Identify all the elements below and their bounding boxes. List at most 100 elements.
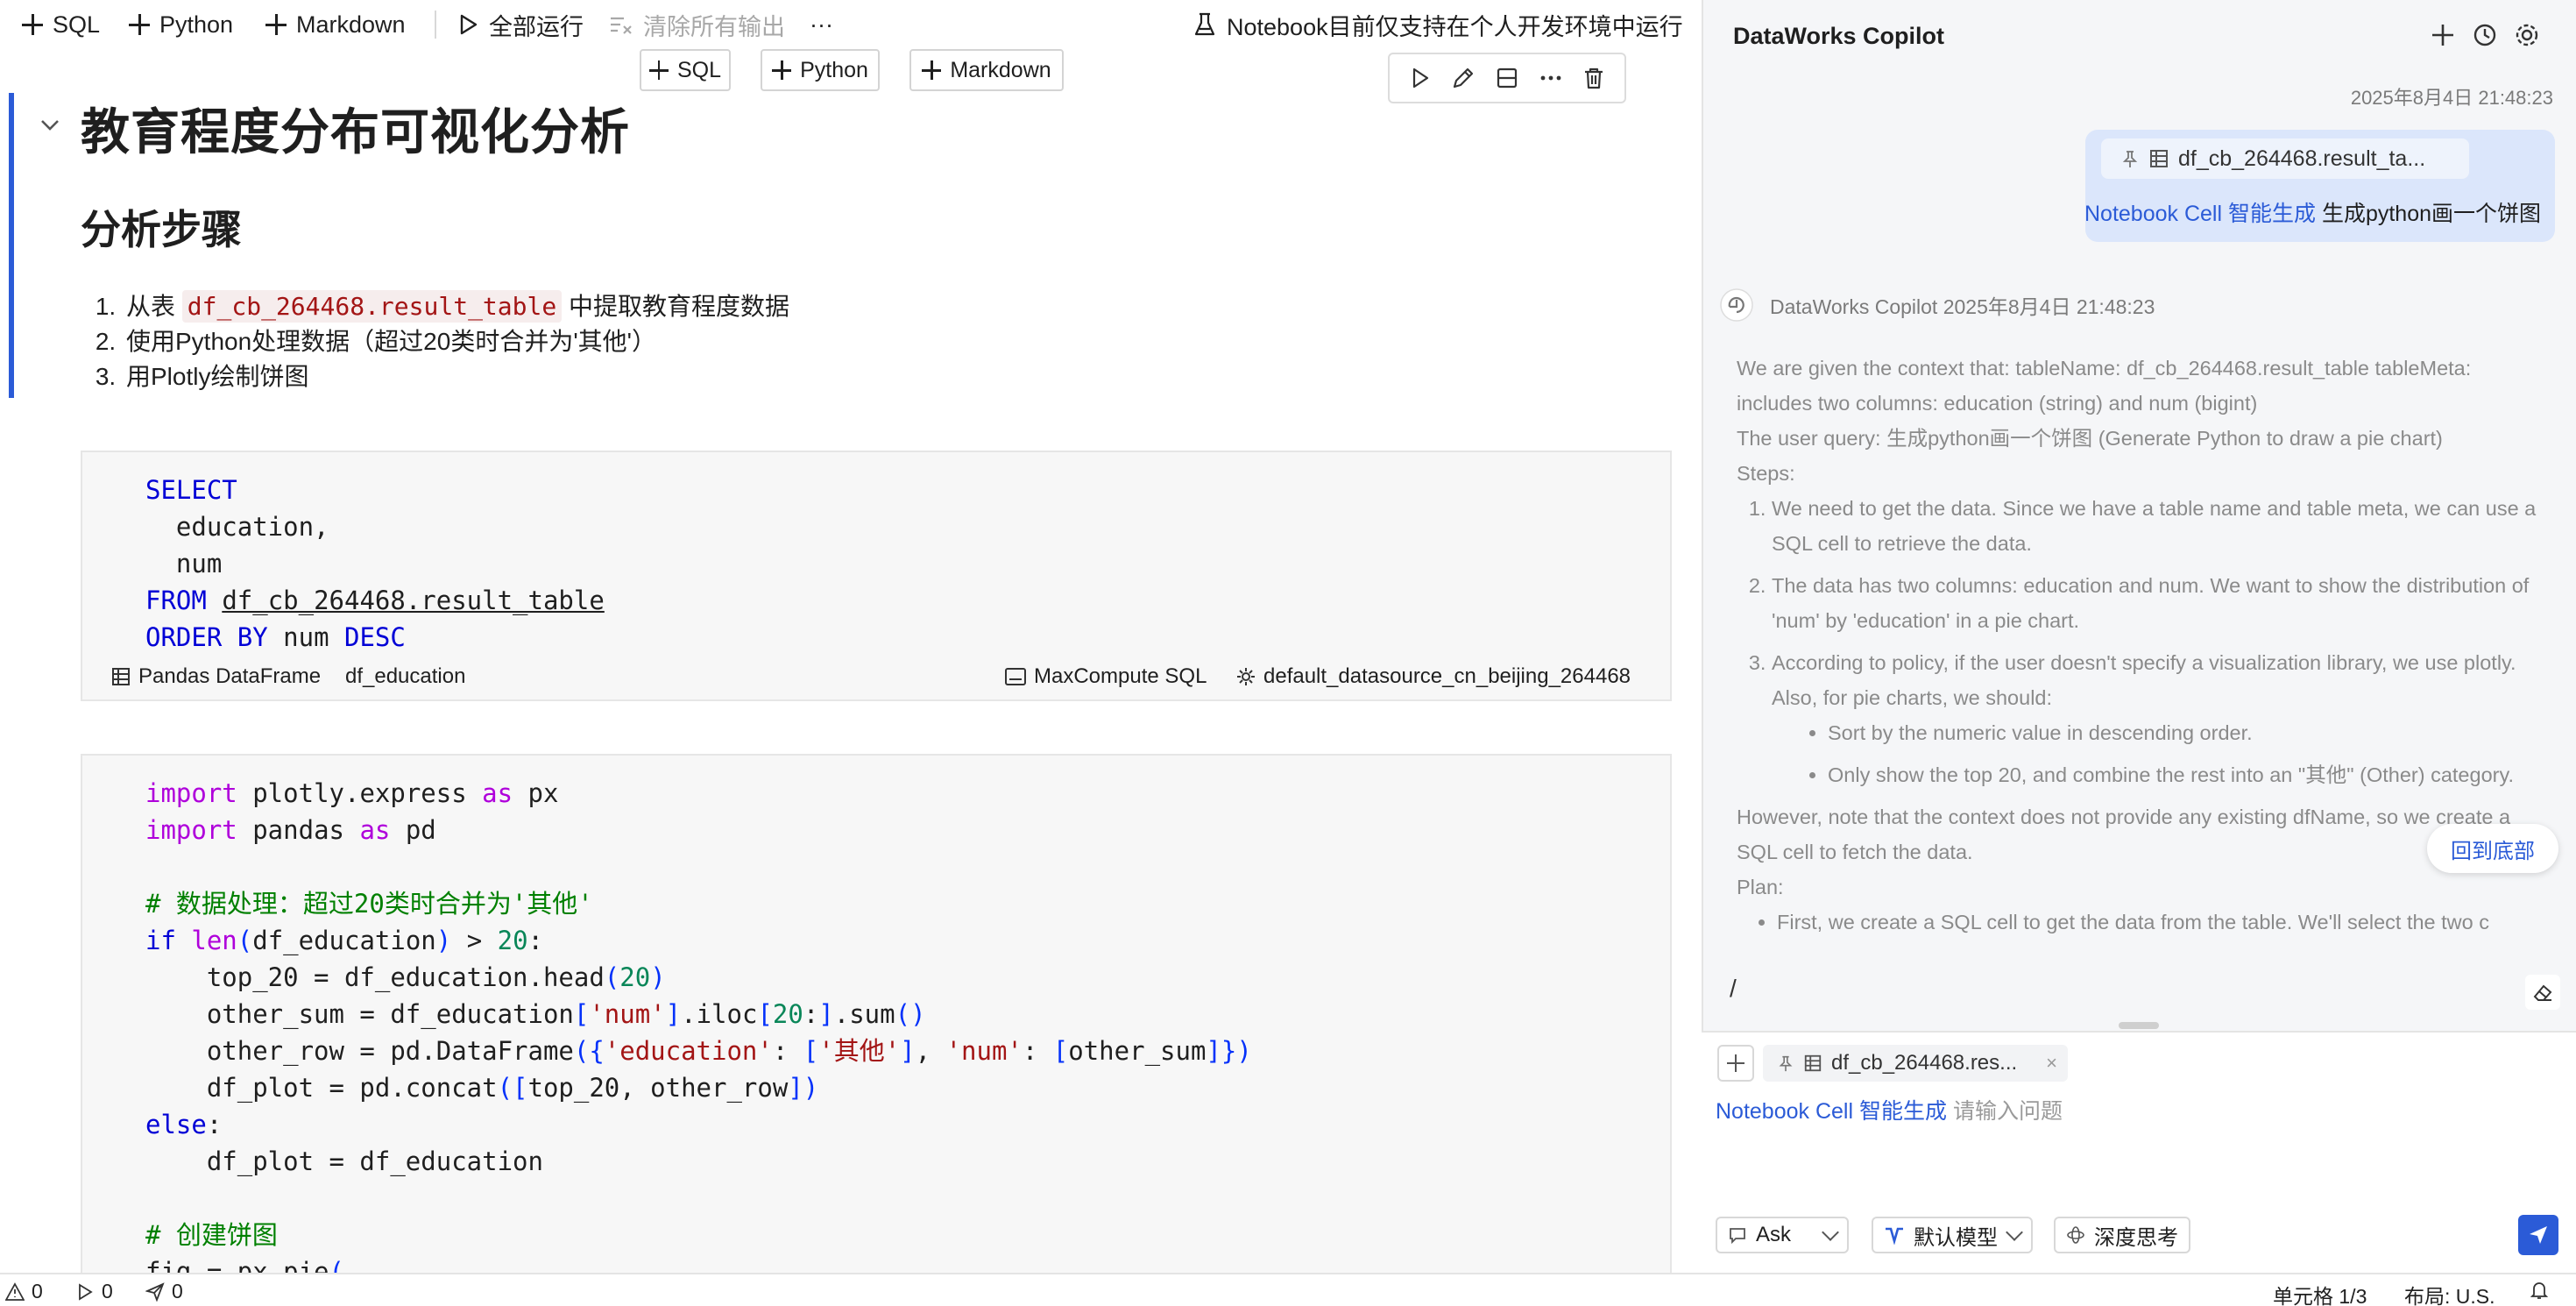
- python-editor[interactable]: import plotly.express as px import panda…: [145, 775, 1252, 1290]
- add-markdown-label: Markdown: [296, 11, 406, 38]
- deep-think-toggle[interactable]: 深度思考: [2054, 1217, 2190, 1253]
- chevron-down-icon: [2006, 1224, 2023, 1241]
- insert-markdown-button[interactable]: Markdown: [909, 49, 1064, 91]
- status-bar: 0 0 0 单元格 1/3 布局: U.S.: [0, 1273, 2576, 1306]
- add-context-button[interactable]: [1717, 1045, 1754, 1082]
- play-icon: [460, 14, 478, 35]
- model-select[interactable]: 默认模型: [1872, 1217, 2033, 1253]
- pin-icon: [1779, 1055, 1793, 1072]
- add-python-button[interactable]: Python: [128, 9, 233, 40]
- markdown-title: 教育程度分布可视化分析: [81, 104, 630, 160]
- notebook-toolbar: SQL Python Markdown 全部运行 清除所有输出 ··· Note…: [0, 0, 1700, 49]
- add-sql-label: SQL: [53, 11, 101, 38]
- play-icon: [79, 1282, 93, 1301]
- plus-icon: [772, 60, 792, 80]
- list-item: Only show the top 20, and combine the re…: [1828, 757, 2551, 792]
- plus-icon: [648, 60, 669, 80]
- slash-command-hint: /: [1730, 975, 1737, 1002]
- more-actions-icon[interactable]: [1536, 63, 1566, 93]
- deep-think-label: 深度思考: [2094, 1225, 2178, 1250]
- pin-icon: [2122, 151, 2138, 167]
- collapse-chevron-icon[interactable]: [35, 110, 65, 140]
- back-to-bottom-button[interactable]: 回到底部: [2427, 824, 2558, 873]
- cell-toolbar: [1388, 53, 1626, 103]
- sql-editor[interactable]: SELECT education, num FROM df_cb_264468.…: [145, 472, 605, 656]
- model-logo-icon: [1886, 1227, 1903, 1245]
- clear-outputs-label: 清除所有输出: [643, 13, 785, 40]
- table-icon: [112, 668, 130, 685]
- atom-icon: [2067, 1226, 2084, 1244]
- run-cell-icon[interactable]: [1405, 63, 1435, 93]
- insert-markdown-label: Markdown: [950, 57, 1051, 82]
- chevron-down-icon: [1822, 1224, 1839, 1241]
- new-chat-plus-icon[interactable]: [2427, 19, 2459, 51]
- list-item: We need to get the data. Since we have a…: [1772, 491, 2551, 561]
- chat-bubble-icon: [1730, 1228, 1745, 1245]
- add-markdown-button[interactable]: Markdown: [265, 9, 406, 40]
- sends-indicator[interactable]: 0: [145, 1280, 183, 1303]
- environment-notice-text: Notebook目前仅支持在个人开发环境中运行: [1227, 13, 1683, 40]
- copilot-title: DataWorks Copilot: [1733, 23, 1945, 49]
- flask-icon: [1194, 12, 1215, 36]
- list-item: Sort by the numeric value in descending …: [1828, 715, 2551, 750]
- list-item: First, we create a SQL cell to get the d…: [1777, 905, 2551, 940]
- command-line: /: [1719, 968, 2560, 1017]
- mode-select[interactable]: Ask: [1716, 1217, 1849, 1253]
- output-variable[interactable]: df_education: [345, 664, 465, 689]
- list-item: 从表 df_cb_264468.result_table 中提取教育程度数据: [123, 289, 789, 324]
- notifications-bell[interactable]: [2529, 1280, 2550, 1301]
- sql-engine-icon: [1005, 668, 1026, 685]
- more-button[interactable]: ···: [810, 9, 833, 40]
- chat-input-area[interactable]: df_cb_264468.res... × Notebook Cell 智能生成…: [1702, 1031, 2576, 1273]
- chat-input[interactable]: Notebook Cell 智能生成 请输入问题: [1716, 1094, 2063, 1125]
- bot-message-body: We are given the context that: tableName…: [1737, 351, 2551, 964]
- insert-python-label: Python: [800, 57, 868, 82]
- sql-cell[interactable]: SELECT education, num FROM df_cb_264468.…: [81, 451, 1672, 701]
- insert-sql-button[interactable]: SQL: [640, 49, 731, 91]
- send-button[interactable]: [2518, 1215, 2558, 1255]
- plus-icon: [21, 13, 44, 36]
- bot-steps-list: We need to get the data. Since we have a…: [1737, 491, 2551, 792]
- cell-position[interactable]: 单元格 1/3: [2273, 1280, 2367, 1306]
- datasource-selector[interactable]: default_datasource_cn_beijing_264468: [1235, 664, 1631, 689]
- clear-outputs-button[interactable]: 清除所有输出: [608, 9, 785, 40]
- bot-substeps-list: Sort by the numeric value in descending …: [1772, 715, 2551, 792]
- table-icon: [2150, 150, 2168, 167]
- input-context-chip[interactable]: df_cb_264468.res... ×: [1763, 1045, 2068, 1082]
- bot-message-header: DataWorks Copilot 2025年8月4日 21:48:23: [1719, 287, 2155, 323]
- keyboard-layout[interactable]: 布局: U.S.: [2404, 1280, 2495, 1306]
- eraser-icon[interactable]: [2525, 975, 2560, 1010]
- user-message-timestamp: 2025年8月4日 21:48:23: [2350, 87, 2553, 109]
- delete-trash-icon[interactable]: [1579, 63, 1609, 93]
- run-all-button[interactable]: 全部运行: [456, 9, 584, 40]
- active-cell-indicator: [9, 93, 14, 398]
- engine-selector[interactable]: MaxCompute SQL: [1004, 664, 1207, 689]
- user-message-text: Notebook Cell 智能生成 生成python画一个饼图: [2084, 202, 2541, 226]
- list-item: 用Plotly绘制饼图: [123, 359, 789, 394]
- analysis-steps-list: 从表 df_cb_264468.result_table 中提取教育程度数据 使…: [123, 289, 789, 394]
- send-plane-icon: [2530, 1226, 2547, 1244]
- markdown-subtitle: 分析步骤: [81, 207, 242, 252]
- plus-icon: [922, 60, 942, 80]
- insert-sql-label: SQL: [676, 57, 722, 82]
- list-item: According to policy, if the user doesn't…: [1772, 645, 2551, 792]
- insert-python-button[interactable]: Python: [761, 49, 880, 91]
- list-item: 使用Python处理数据（超过20类时合并为'其他'）: [123, 324, 789, 359]
- warnings-indicator[interactable]: 0: [5, 1280, 43, 1303]
- add-sql-button[interactable]: SQL: [21, 9, 100, 40]
- split-cell-icon[interactable]: [1492, 63, 1522, 93]
- user-context-chip[interactable]: df_cb_264468.result_ta...: [2101, 138, 2469, 179]
- python-cell[interactable]: import plotly.express as px import panda…: [81, 754, 1672, 1306]
- remove-chip-icon[interactable]: ×: [2046, 1052, 2057, 1075]
- more-icon: ···: [810, 11, 833, 38]
- output-type-selector[interactable]: Pandas DataFrame: [110, 664, 321, 689]
- clear-list-icon: [611, 17, 632, 34]
- resize-handle[interactable]: [2119, 1022, 2159, 1029]
- history-clock-icon[interactable]: [2469, 19, 2501, 51]
- list-item: The data has two columns: education and …: [1772, 568, 2551, 638]
- runs-indicator[interactable]: 0: [75, 1280, 113, 1303]
- edit-pencil-icon[interactable]: [1448, 63, 1478, 93]
- environment-notice: Notebook目前仅支持在个人开发环境中运行: [1192, 9, 1683, 40]
- settings-gear-icon[interactable]: [2511, 19, 2543, 51]
- toolbar-divider: [435, 11, 436, 39]
